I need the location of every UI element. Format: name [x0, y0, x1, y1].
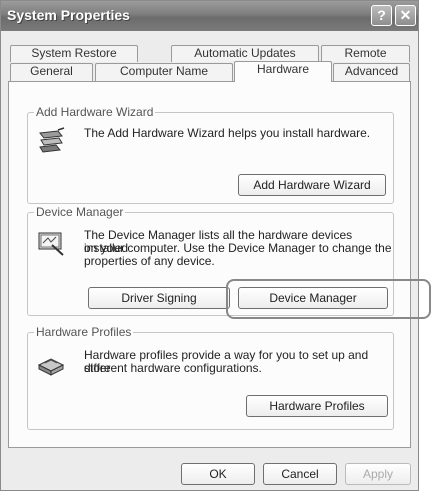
system-properties-window: System Properties ? ✕ System Restore Aut… — [0, 0, 419, 491]
tab-computer-name[interactable]: Computer Name — [95, 63, 233, 81]
hardware-profiles-legend: Hardware Profiles — [34, 325, 134, 339]
ok-button[interactable]: OK — [181, 463, 255, 485]
tab-remote[interactable]: Remote — [321, 45, 410, 62]
hardware-profiles-button[interactable]: Hardware Profiles — [246, 395, 388, 417]
tab-system-restore[interactable]: System Restore — [10, 45, 138, 62]
device-manager-icon — [38, 232, 64, 256]
hardware-profiles-description-line-2: different hardware configurations. — [84, 361, 262, 375]
tab-hardware[interactable]: Hardware — [234, 61, 332, 82]
add-hardware-description: The Add Hardware Wizard helps you instal… — [84, 126, 371, 140]
callout-highlight — [226, 279, 431, 319]
hardware-profiles-icon — [37, 358, 65, 376]
wizard-icon — [39, 127, 65, 153]
add-hardware-legend: Add Hardware Wizard — [34, 105, 156, 119]
hardware-tab-page: Add Hardware Wizard The Add Hardware Wiz… — [8, 81, 411, 448]
tab-automatic-updates[interactable]: Automatic Updates — [171, 45, 319, 62]
add-hardware-wizard-button[interactable]: Add Hardware Wizard — [238, 174, 386, 196]
device-manager-legend: Device Manager — [34, 205, 126, 219]
cancel-button[interactable]: Cancel — [263, 463, 337, 485]
tab-advanced[interactable]: Advanced — [333, 63, 410, 81]
driver-signing-button[interactable]: Driver Signing — [88, 287, 230, 309]
apply-button[interactable]: Apply — [345, 463, 411, 485]
hardware-profiles-group: Hardware Profiles Hardware profiles prov… — [27, 325, 394, 430]
tab-general[interactable]: General — [10, 63, 93, 81]
device-manager-description-line-3: properties of any device. — [84, 254, 215, 268]
add-hardware-group: Add Hardware Wizard The Add Hardware Wiz… — [27, 105, 394, 204]
